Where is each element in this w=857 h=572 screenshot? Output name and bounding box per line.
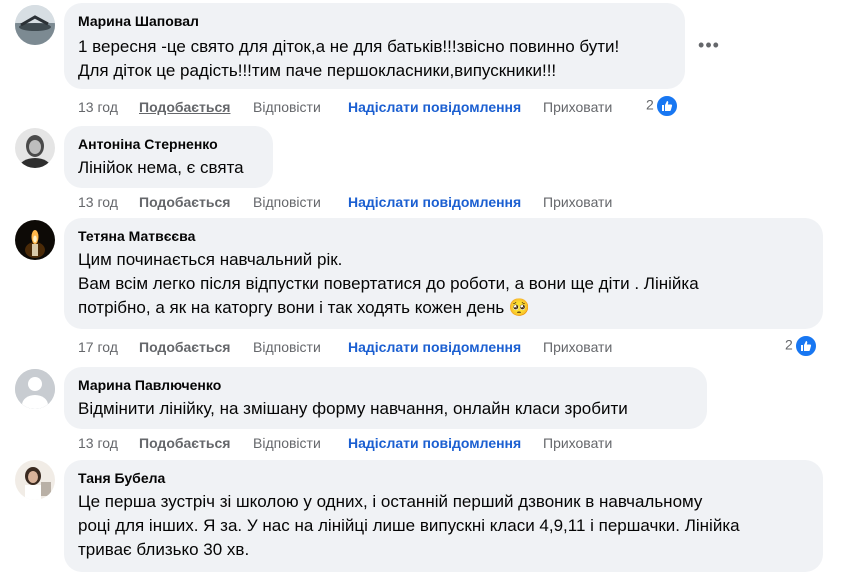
timestamp[interactable]: 13 год xyxy=(78,193,118,211)
comment-text-line: році для інших. Я за. У нас на лінійці л… xyxy=(78,516,740,535)
avatar[interactable] xyxy=(15,128,55,168)
timestamp[interactable]: 13 год xyxy=(78,98,118,116)
comment-bubble: Антоніна Стерненко Лінійок нема, є свята xyxy=(64,126,273,188)
reply-button[interactable]: Відповісти xyxy=(253,434,321,452)
comment-text-line: Лінійок нема, є свята xyxy=(78,158,244,177)
comment-author[interactable]: Таня Бубела xyxy=(78,469,811,487)
thumbs-up-icon xyxy=(793,334,818,358)
hide-button[interactable]: Приховати xyxy=(543,193,612,211)
hide-button[interactable]: Приховати xyxy=(543,338,612,356)
send-message-button[interactable]: Надіслати повідомлення xyxy=(348,98,521,116)
comment-text-line: потрібно, а як на каторгу вони і так ход… xyxy=(78,298,531,317)
reply-button[interactable]: Відповісти xyxy=(253,193,321,211)
comment-bubble: Таня Бубела Це перша зустріч зі школою у… xyxy=(64,460,823,572)
comment-text-line: Цим починається навчальний рік. xyxy=(78,250,343,269)
avatar[interactable] xyxy=(15,5,55,45)
timestamp[interactable]: 13 год xyxy=(78,434,118,452)
send-message-button[interactable]: Надіслати повідомлення xyxy=(348,193,521,211)
reply-button[interactable]: Відповісти xyxy=(253,98,321,116)
comment-author[interactable]: Антоніна Стерненко xyxy=(78,135,261,153)
comment-bubble: Марина Шаповал 1 вересня -це свято для д… xyxy=(64,3,685,89)
comment-text-line: триває близько 30 хв. xyxy=(78,540,250,559)
hide-button[interactable]: Приховати xyxy=(543,98,612,116)
comment-author[interactable]: Марина Шаповал xyxy=(78,12,673,30)
like-button[interactable]: Подобається xyxy=(139,98,230,116)
comment-author[interactable]: Тетяна Матвєєва xyxy=(78,227,811,245)
like-button[interactable]: Подобається xyxy=(139,338,230,356)
avatar[interactable] xyxy=(15,369,55,409)
timestamp[interactable]: 17 год xyxy=(78,338,118,356)
thumbs-up-icon xyxy=(654,94,679,118)
comment-text-line: 1 вересня -це свято для діток,а не для б… xyxy=(78,37,620,56)
avatar[interactable] xyxy=(15,220,55,260)
reply-button[interactable]: Відповісти xyxy=(253,338,321,356)
reaction-count-number: 2 xyxy=(785,336,793,353)
comment-text-line: Для діток це радість!!!тим паче першокла… xyxy=(78,61,557,80)
comment-author[interactable]: Марина Павлюченко xyxy=(78,376,695,394)
comment-text-line: Вам всім легко після відпустки повертати… xyxy=(78,274,699,293)
send-message-button[interactable]: Надіслати повідомлення xyxy=(348,434,521,452)
like-button[interactable]: Подобається xyxy=(139,193,230,211)
hide-button[interactable]: Приховати xyxy=(543,434,612,452)
reaction-count[interactable]: 2 xyxy=(785,334,818,358)
avatar[interactable] xyxy=(15,460,55,500)
comment-text-line: Це перша зустріч зі школою у одних, і ос… xyxy=(78,492,703,511)
comment-text-line: Відмінити лінійку, на змішану форму навч… xyxy=(78,399,628,418)
more-options-icon[interactable]: ••• xyxy=(696,35,722,55)
comment-bubble: Марина Павлюченко Відмінити лінійку, на … xyxy=(64,367,707,429)
reaction-count-number: 2 xyxy=(646,96,654,113)
reaction-count[interactable]: 2 xyxy=(646,94,679,118)
comment-bubble: Тетяна Матвєєва Цим починається навчальн… xyxy=(64,218,823,329)
like-button[interactable]: Подобається xyxy=(139,434,230,452)
send-message-button[interactable]: Надіслати повідомлення xyxy=(348,338,521,356)
